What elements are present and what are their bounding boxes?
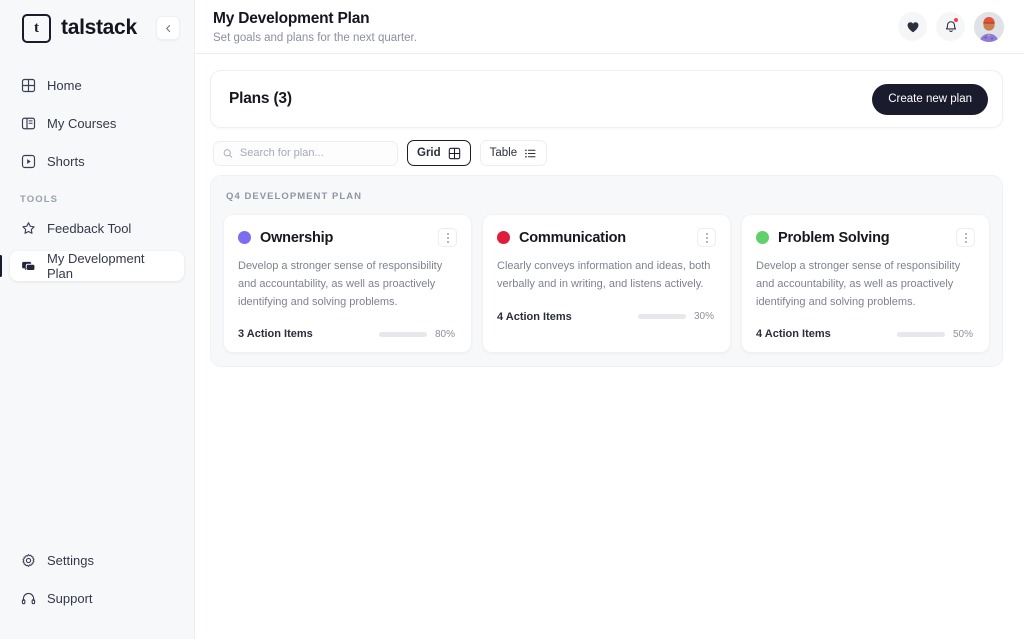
- progress-track: [638, 314, 686, 320]
- app-root: t talstack Home My Courses Shorts TOOLS …: [0, 0, 1024, 639]
- grid-icon: [20, 77, 36, 93]
- sidebar-item-home[interactable]: Home: [10, 70, 184, 100]
- brand-name: talstack: [61, 16, 137, 39]
- page-heading: My Development Plan Set goals and plans …: [213, 9, 417, 43]
- sidebar: t talstack Home My Courses Shorts TOOLS …: [0, 0, 195, 639]
- plan-card[interactable]: Communication Clearly conveys informatio…: [482, 214, 731, 354]
- plan-progress: 50%: [897, 329, 975, 340]
- sidebar-item-shorts[interactable]: Shorts: [10, 146, 184, 176]
- progress-label: 30%: [694, 311, 715, 323]
- plan-color-dot: [238, 231, 251, 244]
- plan-title: Problem Solving: [778, 229, 890, 246]
- plan-options-button[interactable]: [438, 228, 457, 247]
- brand: t talstack: [0, 0, 194, 56]
- plans-title: Plans (3): [229, 90, 292, 107]
- sidebar-collapse-button[interactable]: [156, 16, 180, 40]
- plan-color-dot: [756, 231, 769, 244]
- plan-description: Develop a stronger sense of responsibili…: [756, 260, 961, 308]
- sidebar-item-label: Feedback Tool: [47, 220, 132, 236]
- plan-action-items: 4 Action Items: [497, 310, 572, 323]
- plan-card-footer: 4 Action Items 30%: [497, 311, 716, 323]
- view-toggle-table-label: Table: [489, 147, 518, 159]
- play-square-icon: [20, 153, 36, 169]
- main-content: My Development Plan Set goals and plans …: [195, 0, 1024, 639]
- plan-description: Develop a stronger sense of responsibili…: [238, 260, 443, 308]
- notifications-button[interactable]: [936, 12, 965, 41]
- page-subtitle: Set goals and plans for the next quarter…: [213, 31, 417, 44]
- content-area: Plans (3) Create new plan Grid: [195, 54, 1024, 368]
- sidebar-item-label: Support: [47, 590, 93, 606]
- plan-card-header: Communication: [497, 228, 716, 247]
- plan-action-items: 4 Action Items: [756, 328, 831, 341]
- plan-card-list: Ownership Develop a stronger sense of re…: [223, 214, 990, 354]
- sidebar-item-feedback-tool[interactable]: Feedback Tool: [10, 213, 184, 243]
- progress-track: [897, 331, 945, 337]
- plan-card[interactable]: Problem Solving Develop a stronger sense…: [741, 214, 990, 354]
- sidebar-item-my-development-plan[interactable]: My Development Plan: [0, 251, 184, 281]
- sidebar-item-settings[interactable]: Settings: [10, 545, 184, 575]
- avatar-illustration: [974, 11, 1004, 42]
- view-toggle-grid-label: Grid: [417, 147, 441, 159]
- plan-card[interactable]: Ownership Develop a stronger sense of re…: [223, 214, 472, 354]
- sidebar-item-my-courses[interactable]: My Courses: [10, 108, 184, 138]
- plan-group-label: Q4 DEVELOPMENT PLAN: [226, 191, 363, 202]
- progress-label: 50%: [953, 328, 974, 340]
- plan-card-header: Problem Solving: [756, 228, 975, 247]
- plan-options-button[interactable]: [956, 228, 975, 247]
- sidebar-nav-bottom: Settings Support: [0, 545, 194, 639]
- plans-summary-card: Plans (3) Create new plan: [210, 70, 1003, 128]
- plan-progress: 30%: [638, 311, 716, 322]
- plans-toolbar: Grid Table: [210, 140, 1003, 166]
- plan-action-items: 3 Action Items: [238, 328, 313, 341]
- create-new-plan-button[interactable]: Create new plan: [872, 83, 988, 115]
- page-title: My Development Plan: [213, 10, 370, 28]
- view-toggle-table[interactable]: Table: [479, 140, 548, 166]
- plan-card-footer: 3 Action Items 80%: [238, 328, 457, 340]
- chat-bubbles-icon: [20, 258, 36, 274]
- grid-view-icon: [448, 147, 460, 159]
- plan-group-panel: Q4 DEVELOPMENT PLAN Ownership Develop a …: [210, 175, 1003, 368]
- active-indicator: [0, 255, 2, 277]
- plan-options-button[interactable]: [697, 228, 716, 247]
- heart-icon: [907, 21, 918, 32]
- sidebar-section-tools-label: TOOLS: [20, 194, 59, 205]
- sidebar-item-label: My Development Plan: [47, 251, 145, 281]
- avatar[interactable]: [974, 11, 1004, 42]
- plan-card-header: Ownership: [238, 228, 457, 247]
- sidebar-nav-main: Home My Courses Shorts TOOLS Feedback To…: [0, 56, 194, 289]
- topbar: My Development Plan Set goals and plans …: [195, 0, 1024, 54]
- sidebar-item-support[interactable]: Support: [10, 583, 184, 613]
- plan-progress: 80%: [379, 329, 457, 340]
- search-input[interactable]: [239, 147, 388, 159]
- progress-label: 80%: [435, 328, 456, 340]
- plan-title: Ownership: [260, 229, 334, 246]
- sidebar-item-label: Home: [47, 77, 82, 93]
- search-icon: [223, 148, 233, 158]
- sidebar-item-label: Settings: [47, 552, 94, 568]
- plan-card-footer: 4 Action Items 50%: [756, 328, 975, 340]
- search-box[interactable]: [213, 140, 398, 166]
- plan-title: Communication: [519, 229, 626, 246]
- talstack-logo-icon: t: [22, 13, 51, 43]
- columns-icon: [20, 115, 36, 131]
- plan-color-dot: [497, 231, 510, 244]
- sidebar-item-label: My Courses: [47, 115, 117, 131]
- gear-icon: [20, 552, 36, 568]
- sidebar-item-label: Shorts: [47, 153, 85, 169]
- headphones-icon: [20, 590, 36, 606]
- plan-description: Clearly conveys information and ideas, b…: [497, 260, 711, 290]
- topbar-actions: [898, 11, 1004, 42]
- view-toggle-grid[interactable]: Grid: [407, 140, 471, 166]
- chevron-left-icon: [165, 24, 170, 32]
- notification-badge: [953, 17, 959, 23]
- list-view-icon: [525, 148, 536, 158]
- star-icon: [20, 220, 36, 236]
- progress-track: [379, 331, 427, 337]
- favorites-button[interactable]: [898, 12, 927, 41]
